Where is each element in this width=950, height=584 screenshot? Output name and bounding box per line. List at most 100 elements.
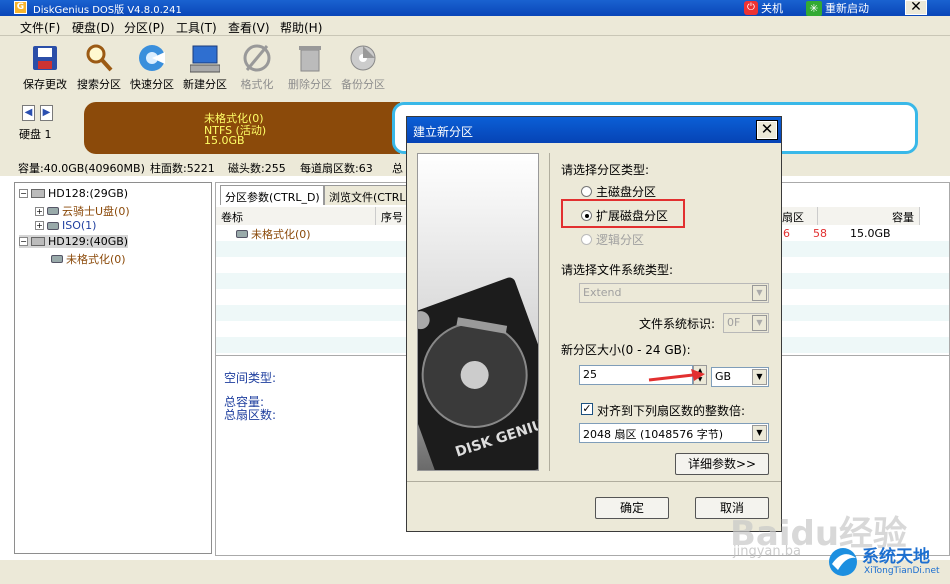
align-checkbox[interactable]: ✓ [581,403,593,415]
total-sectors-label: 总扇区数: [224,408,277,422]
menu-help[interactable]: 帮助(H) [280,19,322,36]
chevron-down-icon: ▼ [752,285,767,301]
backup-icon [350,45,376,71]
delete-partition-button[interactable]: 删除分区 [283,42,337,92]
xitongtiandi-logo: 系统天地 XiTongTianDi.net [822,540,950,584]
tree-volume[interactable]: + 云骑士U盘(0) [35,203,130,219]
sectors-text: 每道扇区数:63 [300,162,373,175]
dialog-title: 建立新分区 [413,125,474,139]
title-bar: G DiskGenius DOS版 V4.8.0.241 ⏻ 关机 ✳ 重新启动… [0,0,950,16]
window-title: DiskGenius DOS版 V4.8.0.241 [33,5,182,16]
expand-icon[interactable]: + [35,221,44,230]
radio-icon [581,186,592,197]
menu-bar: 文件(F) 硬盘(D) 分区(P) 工具(T) 查看(V) 帮助(H) [0,16,950,36]
restart-icon: ✳ [806,0,822,16]
menu-disk[interactable]: 硬盘(D) [72,19,115,36]
site-name: 系统天地 [862,547,930,567]
dialog-close-button[interactable]: ✕ [756,120,778,140]
radio-logical-partition[interactable]: 逻辑分区 [581,231,644,248]
new-partition-dialog: 建立新分区 ✕ DISK GENIUS 请选择分区类型: 主磁盘分区 扩展磁盘分… [406,116,782,532]
disk-genius-artwork: DISK GENIUS [417,153,539,471]
backup-partition-button[interactable]: 备份分区 [336,42,390,92]
tab-browse-files[interactable]: 浏览文件(CTRL [324,185,408,205]
column-volume-label[interactable]: 卷标 [216,207,376,225]
column-sector[interactable]: 扇区 [776,207,818,225]
details-button[interactable]: 详细参数>> [675,453,769,475]
fs-type-select[interactable]: Extend ▼ [579,283,769,303]
ok-button[interactable]: 确定 [595,497,669,519]
restart-button[interactable]: ✳ 重新启动 [806,0,869,16]
align-sectors-select[interactable]: 2048 扇区 (1048576 字节) ▼ [579,423,769,443]
format-icon [243,44,271,72]
fs-id-select[interactable]: 0F ▼ [723,313,769,333]
save-icon [33,46,57,70]
tree-volume[interactable]: 未格式化(0) [51,251,126,267]
search-partition-button[interactable]: 搜索分区 [72,42,126,92]
chevron-down-icon: ▼ [752,425,767,441]
volume-icon [236,230,248,238]
disk-tree: − HD128:(29GB) + 云骑士U盘(0) + ISO(1) − HD129:(… [14,182,212,554]
menu-file[interactable]: 文件(F) [20,19,60,36]
format-button[interactable]: 格式化 [230,42,284,92]
fs-id-label: 文件系统标识: [639,317,716,331]
partition-size-label: 新分区大小(0 - 24 GB): [561,343,691,357]
app-logo-icon: G [14,1,27,14]
column-capacity[interactable]: 容量 [818,207,920,225]
radio-extended-partition[interactable]: 扩展磁盘分区 [581,207,668,224]
tab-partition-params[interactable]: 分区参数(CTRL_D) [220,185,324,205]
hard-disk-icon [31,189,45,198]
radio-selected-icon [581,210,592,221]
divider [407,481,781,482]
row-size: 15.0GB [850,227,891,240]
shutdown-button[interactable]: ⏻ 关机 [744,0,783,16]
search-icon [86,44,113,72]
baidu-url-watermark: jingyan.ba [733,544,801,559]
quick-partition-button[interactable]: 快速分区 [125,42,179,92]
fs-type-prompt: 请选择文件系统类型: [561,263,674,277]
status-bar [0,560,950,584]
volume-icon [47,221,59,230]
collapse-icon[interactable]: − [19,189,28,198]
quick-partition-icon [139,45,165,71]
chevron-down-icon: ▼ [752,369,767,385]
red-arrow-icon [648,369,705,382]
toolbar: 保存更改 搜索分区 快速分区 新建分区 格式化 删除分区 备份分区 [0,36,950,98]
dialog-title-bar: 建立新分区 ✕ [407,117,781,143]
delete-icon [299,46,321,72]
align-label: 对齐到下列扇区数的整数倍: [597,404,746,418]
hard-disk-icon [31,237,45,246]
next-disk-arrow-icon[interactable]: ▶ [40,105,53,121]
partition-block-unformatted[interactable]: 未格式化(0) NTFS (活动) 15.0GB [84,102,400,154]
volume-icon [47,207,59,215]
new-partition-icon [190,45,220,73]
partition-type-prompt: 请选择分区类型: [561,163,650,177]
expand-icon[interactable]: + [35,206,44,216]
tree-disk-hd129[interactable]: − HD129:(40GB) [19,235,129,248]
table-row[interactable]: 未格式化(0) [236,226,311,242]
cylinders-text: 柱面数:5221 [150,162,215,175]
collapse-icon[interactable]: − [19,237,28,246]
volume-icon [51,255,63,263]
radio-primary-partition[interactable]: 主磁盘分区 [581,183,656,200]
save-changes-button[interactable]: 保存更改 [18,42,72,92]
menu-view[interactable]: 查看(V) [228,19,270,36]
menu-partition[interactable]: 分区(P) [124,19,165,36]
menu-tools[interactable]: 工具(T) [176,19,217,36]
window-close-button[interactable]: ✕ [905,0,927,15]
info-more-text: 总 [392,162,403,175]
row-sector: 58 [813,227,827,240]
space-type-label: 空间类型: [224,371,277,385]
tree-disk-hd128[interactable]: − HD128:(29GB) [19,187,128,200]
power-icon: ⏻ [744,1,758,15]
radio-icon [581,234,592,245]
hard-drive-illustration-icon: DISK GENIUS [418,277,538,470]
site-logo-icon [829,548,857,576]
site-url: XiTongTianDi.net [864,566,940,576]
new-partition-button[interactable]: 新建分区 [178,42,232,92]
capacity-text: 容量:40.0GB(40960MB) [18,162,145,175]
heads-text: 磁头数:255 [228,162,286,175]
tree-volume[interactable]: + ISO(1) [35,219,96,232]
chevron-down-icon: ▼ [752,315,767,331]
prev-disk-arrow-icon[interactable]: ◀ [22,105,35,121]
size-unit-select[interactable]: GB ▼ [711,367,769,387]
